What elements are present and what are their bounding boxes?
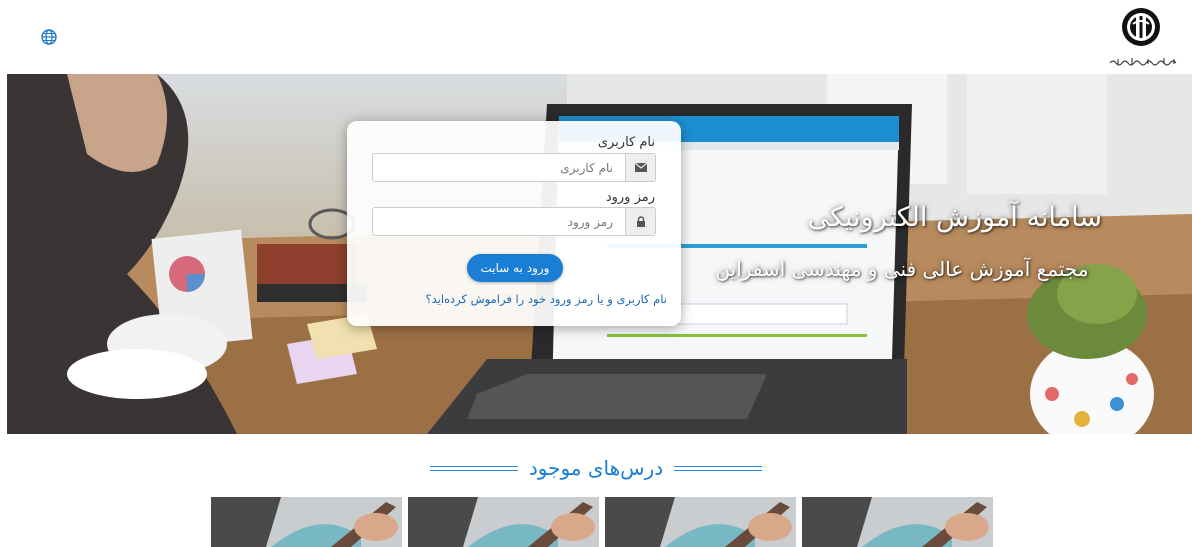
course-card[interactable] — [802, 497, 993, 547]
course-thumbnail-icon — [605, 497, 796, 547]
username-field[interactable] — [372, 153, 656, 182]
password-label: رمز ورود — [605, 190, 655, 205]
courses-heading: درس‌های موجود — [528, 456, 664, 480]
globe-icon[interactable] — [40, 28, 58, 46]
course-card[interactable] — [605, 497, 796, 547]
login-button[interactable]: ورود به سایت — [467, 254, 563, 282]
course-thumbnail-icon — [408, 497, 599, 547]
hero-title: سامانه آموزش الکترونیکی — [807, 202, 1102, 233]
envelope-icon — [625, 154, 655, 181]
course-thumbnail-icon — [802, 497, 993, 547]
institution-logo[interactable] — [1108, 6, 1182, 70]
institution-emblem-icon — [1122, 8, 1160, 46]
heading-divider-left — [429, 465, 518, 471]
course-card[interactable] — [408, 497, 599, 547]
password-input[interactable] — [373, 208, 625, 235]
site-header — [0, 0, 1192, 74]
username-input[interactable] — [373, 154, 625, 181]
hero-subtitle: مجتمع آموزش عالی فنی و مهندسی اسفراین — [715, 257, 1089, 281]
heading-divider-right — [674, 465, 763, 471]
forgot-password-link[interactable]: نام کاربری و یا رمز ورود خود را فراموش ک… — [426, 292, 668, 306]
password-field[interactable] — [372, 207, 656, 236]
login-form: نام کاربری رمز ورود ورود به سایت نام کار… — [347, 121, 681, 326]
course-card[interactable] — [211, 497, 402, 547]
logo-caption-script — [1109, 58, 1177, 66]
courses-section-header: درس‌های موجود — [0, 456, 1192, 480]
course-list — [211, 497, 996, 547]
lock-icon — [625, 208, 655, 235]
username-label: نام کاربری — [597, 135, 655, 150]
course-thumbnail-icon — [211, 497, 402, 547]
